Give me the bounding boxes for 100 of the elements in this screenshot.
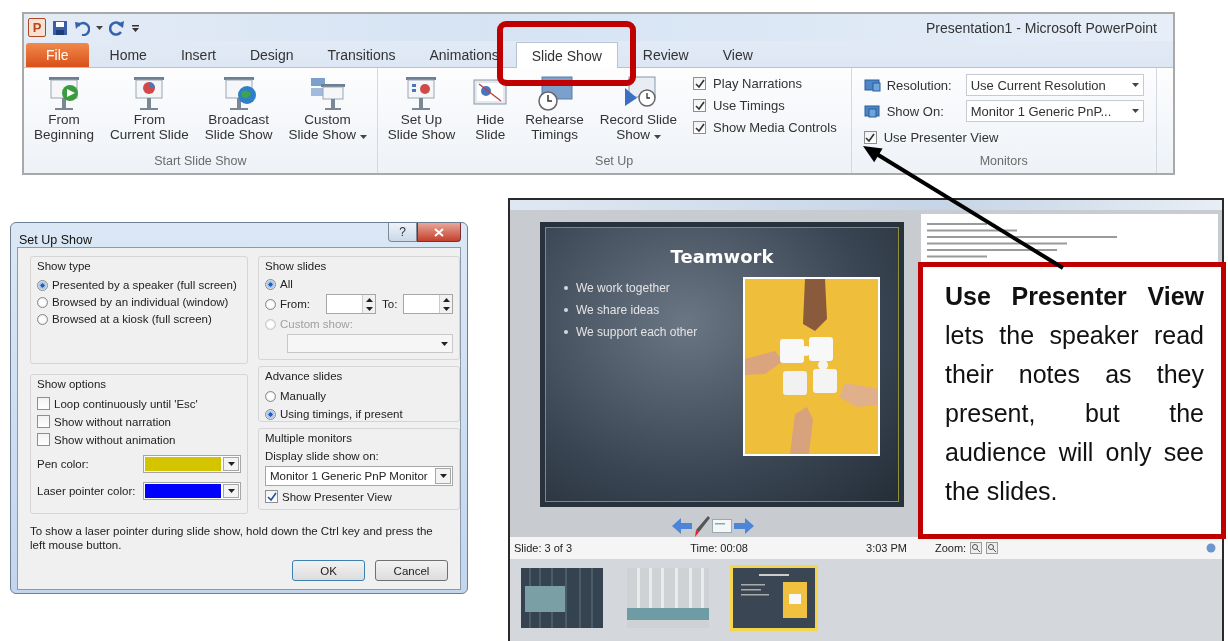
checkbox-label: Play Narrations — [713, 76, 802, 91]
ribbon-tab[interactable]: Slide Show — [515, 42, 618, 68]
callout-text: Use Presenter View lets the speaker read their notes as they present, but the audience will only see the slides. — [945, 281, 1204, 507]
dropdown-field[interactable]: Use Current Resolution — [965, 74, 1144, 96]
color-picker[interactable] — [143, 482, 241, 500]
undo-menu-caret-icon — [96, 25, 103, 30]
window-title: Presentation1 - Microsoft PowerPoint — [925, 19, 1158, 36]
ribbon-button[interactable]: Rehearse Timings — [519, 70, 590, 146]
checkbox[interactable] — [693, 77, 707, 90]
dialog-title: Set Up Show — [19, 233, 92, 247]
zoom-in-icon[interactable] — [970, 542, 983, 554]
radio-label: Custom show: — [280, 318, 353, 330]
down-arrow-icon — [227, 489, 235, 493]
up-arrow-icon — [365, 297, 373, 302]
up-arrow-icon — [442, 297, 450, 302]
ribbon-button[interactable]: From Current Slide — [104, 70, 195, 146]
checkbox[interactable] — [265, 490, 278, 503]
number-field[interactable] — [326, 294, 377, 314]
checkbox[interactable] — [693, 121, 707, 134]
radio-label: All — [280, 278, 293, 290]
field-label: Display slide show on: — [265, 450, 380, 462]
slide-counter: Slide: 3 of 3 — [514, 542, 573, 554]
down-arrow-icon — [442, 306, 450, 311]
ribbon-tab[interactable]: Insert — [163, 43, 233, 67]
slide-clock-icon — [535, 74, 574, 112]
ribbon-tab[interactable]: View — [705, 43, 770, 67]
customize-menu-icon[interactable] — [131, 22, 140, 33]
checkbox-label: Loop continuously until 'Esc' — [54, 397, 198, 410]
clock-time: 3:03 PM — [866, 542, 907, 554]
down-arrow-icon — [439, 474, 447, 478]
radio-button[interactable] — [265, 298, 276, 310]
field-label: Show On: — [886, 103, 945, 119]
radio-button[interactable] — [37, 296, 48, 308]
ribbon-button[interactable]: Hide Slide — [465, 70, 516, 146]
save-icon[interactable] — [52, 19, 68, 36]
checkbox-label: Show without narration — [54, 415, 171, 428]
checkbox[interactable] — [863, 131, 877, 144]
dropdown-field[interactable] — [287, 334, 454, 353]
undo-icon[interactable] — [74, 19, 90, 36]
bullet-icon — [564, 330, 568, 334]
radio-label: Manually — [280, 390, 327, 402]
zoom-out-icon[interactable] — [986, 542, 999, 554]
checkbox-label: Use Presenter View — [883, 130, 999, 145]
hint-text: To show a laser pointer during slide show, hold down the Ctrl key and press the left mouse button. — [30, 524, 434, 552]
radio-label: Browsed by an individual (window) — [52, 296, 229, 308]
redo-icon[interactable] — [109, 19, 125, 36]
ribbon-tab[interactable]: Review — [625, 43, 706, 67]
ribbon-button[interactable]: Set Up Slide Show — [381, 70, 462, 146]
caret-icon — [1131, 83, 1139, 87]
slide-bullet: We support each other — [576, 325, 698, 339]
radio-button[interactable] — [265, 278, 276, 290]
ribbon-tab[interactable]: Animations — [412, 43, 516, 67]
radio-button[interactable] — [265, 408, 276, 420]
number-field[interactable] — [403, 294, 454, 314]
resolution-icon — [863, 77, 882, 93]
down-arrow-icon — [441, 341, 449, 346]
checkbox[interactable] — [37, 397, 50, 410]
group-label: Show type — [37, 260, 92, 272]
ribbon-tab[interactable]: Home — [92, 43, 164, 67]
ribbon-button[interactable]: From Beginning — [28, 70, 101, 146]
ok-button[interactable]: OK — [292, 560, 365, 581]
group-label: Start Slide Show — [153, 154, 248, 170]
radio-button[interactable] — [37, 279, 48, 291]
group-label: Show slides — [265, 260, 328, 272]
group-label: Set Up — [594, 154, 635, 170]
ribbon-tab[interactable]: Design — [232, 43, 311, 67]
ribbon-button[interactable]: Broadcast Slide Show — [198, 70, 279, 146]
pen-icon[interactable] — [693, 515, 710, 537]
color-picker[interactable] — [143, 455, 241, 473]
bullet-icon — [564, 286, 568, 290]
radio-button[interactable] — [265, 390, 276, 402]
group-label: Show options — [37, 378, 108, 390]
group-label: Monitors — [978, 154, 1029, 170]
radio-label: Browsed at a kiosk (full screen) — [52, 313, 212, 325]
ribbon-button[interactable]: Custom Slide Show — [282, 70, 373, 146]
group-label: Multiple monitors — [265, 432, 353, 444]
checkbox-label: Show without animation — [54, 433, 176, 446]
dropdown-field[interactable]: Monitor 1 Generic PnP Monitor — [265, 466, 454, 486]
checkbox[interactable] — [37, 415, 50, 428]
checkbox[interactable] — [37, 433, 50, 446]
field-label: To: — [382, 298, 398, 310]
close-button[interactable] — [417, 223, 461, 242]
cancel-button[interactable]: Cancel — [375, 560, 448, 581]
radio-button[interactable] — [37, 313, 48, 325]
dropdown-field[interactable]: Monitor 1 Generic PnP... — [965, 100, 1144, 122]
zoom-label: Zoom: — [935, 542, 967, 554]
field-label: Resolution: — [886, 77, 953, 93]
close-icon — [434, 227, 444, 237]
field-label: Laser pointer color: — [37, 485, 136, 497]
checkbox[interactable] — [693, 99, 707, 112]
slide-title: Teamwork — [669, 246, 775, 267]
monitors-icon — [863, 103, 882, 119]
checkbox-label: Show Media Controls — [713, 120, 837, 135]
radio-label: Using timings, if present — [280, 408, 403, 420]
caret-icon — [359, 135, 367, 139]
ribbon-button[interactable]: Record Slide Show — [593, 70, 684, 146]
help-button[interactable]: ? — [388, 223, 417, 242]
caret-icon — [653, 135, 661, 139]
ribbon-tab[interactable]: Transitions — [310, 43, 413, 67]
group-label: Advance slides — [265, 370, 344, 382]
